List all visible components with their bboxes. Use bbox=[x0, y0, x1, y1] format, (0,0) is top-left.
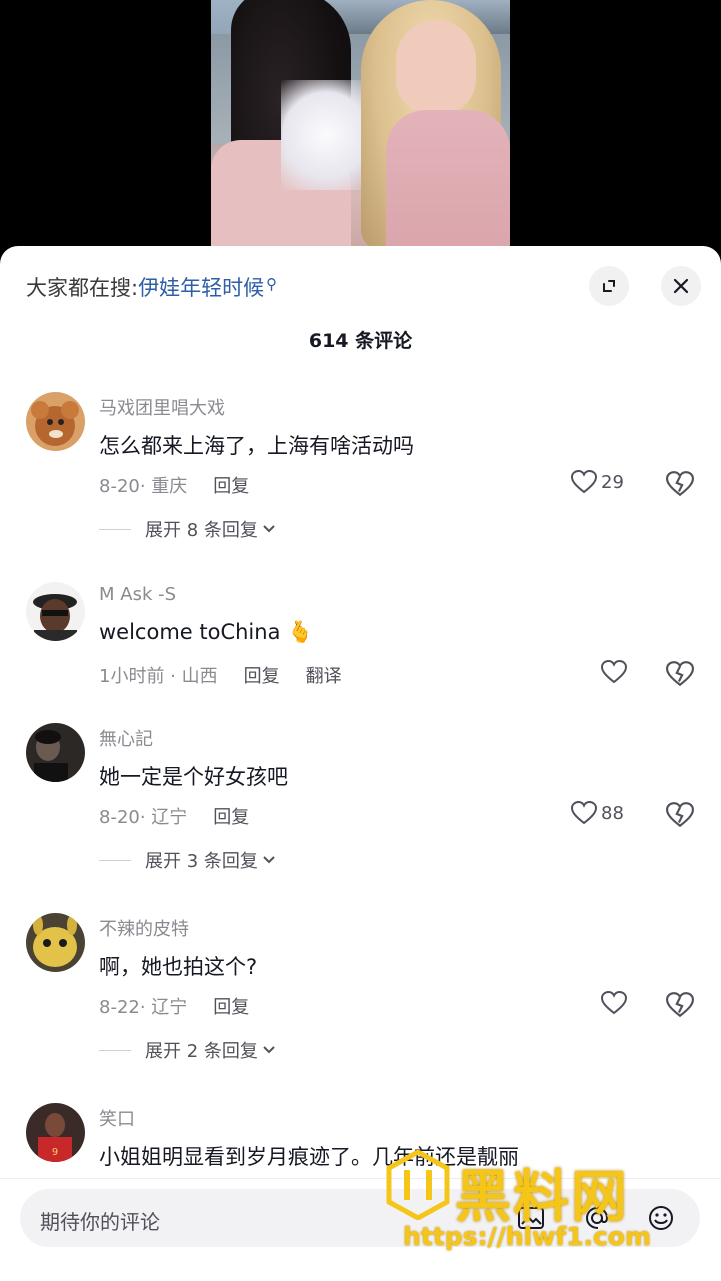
translate-button[interactable]: 翻译 bbox=[306, 666, 342, 687]
comment-sheet: 大家都在搜:伊娃年轻时候 ⚲ 614 条评论 马戏团里唱大戏 怎么都来上海了，上… bbox=[0, 246, 721, 1280]
expand-replies-label: 展开 3 条回复 bbox=[145, 851, 258, 872]
chevron-down-icon bbox=[263, 525, 275, 533]
watermark: 黑料网 https://hlwf1.com bbox=[385, 1150, 695, 1260]
comment-username[interactable]: 無心記 bbox=[99, 725, 153, 751]
comment-text: 啊，她也拍这个? bbox=[99, 955, 258, 979]
expand-icon bbox=[603, 280, 615, 292]
avatar[interactable] bbox=[26, 913, 85, 972]
watermark-logo bbox=[386, 1150, 450, 1220]
avatar[interactable] bbox=[26, 392, 85, 451]
heart-outline-icon bbox=[601, 991, 627, 1015]
expand-replies[interactable]: 展开 8 条回复 bbox=[99, 516, 276, 542]
comment-time-location: 8-20· 辽宁 bbox=[99, 807, 188, 828]
reply-button[interactable]: 回复 bbox=[213, 476, 249, 497]
comment-count: 614 条评论 bbox=[308, 330, 413, 352]
reply-button[interactable]: 回复 bbox=[213, 997, 249, 1018]
like-count: 29 bbox=[601, 471, 624, 493]
expand-replies[interactable]: 展开 3 条回复 bbox=[99, 847, 276, 873]
comment-time-location: 8-20· 重庆 bbox=[99, 476, 188, 497]
chevron-down-icon bbox=[263, 1046, 275, 1054]
comment-meta: 1小时前 · 山西 回复 翻译 bbox=[99, 662, 342, 688]
search-suggestion[interactable]: 大家都在搜:伊娃年轻时候 ⚲ bbox=[26, 272, 277, 302]
watermark-title: 黑料网 bbox=[455, 1165, 629, 1230]
expand-replies[interactable]: 展开 2 条回复 bbox=[99, 1037, 276, 1063]
comment-time-location: 1小时前 · 山西 bbox=[99, 666, 218, 687]
broken-heart-icon[interactable] bbox=[666, 991, 694, 1019]
comment-meta: 8-22· 辽宁 回复 bbox=[99, 993, 249, 1019]
watermark-url: https://hlwf1.com bbox=[403, 1222, 652, 1251]
comment-meta: 8-20· 重庆 回复 bbox=[99, 472, 249, 498]
heart-outline-icon bbox=[571, 470, 597, 494]
like-button[interactable]: 29 bbox=[571, 470, 624, 494]
comment-text: welcome toChina 🫰 bbox=[99, 620, 313, 645]
comment-username[interactable]: 笑口 bbox=[99, 1105, 135, 1131]
comment-text: 她一定是个好女孩吧 bbox=[99, 765, 288, 789]
comment-time-location: 8-22· 辽宁 bbox=[99, 997, 188, 1018]
comment-text: 怎么都来上海了，上海有啥活动吗 bbox=[99, 434, 414, 458]
comment-username[interactable]: 马戏团里唱大戏 bbox=[99, 394, 225, 420]
divider bbox=[99, 1049, 131, 1051]
divider bbox=[99, 528, 131, 530]
search-icon: ⚲ bbox=[266, 275, 278, 293]
reply-button[interactable]: 回复 bbox=[244, 666, 280, 687]
broken-heart-icon[interactable] bbox=[666, 660, 694, 688]
like-count: 88 bbox=[601, 802, 624, 824]
close-icon bbox=[673, 278, 689, 294]
avatar[interactable]: 9 bbox=[26, 1103, 85, 1162]
chevron-down-icon bbox=[263, 856, 275, 864]
video-dress-right bbox=[386, 110, 510, 260]
like-button[interactable] bbox=[601, 991, 627, 1015]
comment-username[interactable]: 不辣的皮特 bbox=[99, 915, 189, 941]
expand-replies-label: 展开 8 条回复 bbox=[145, 520, 258, 541]
avatar[interactable] bbox=[26, 723, 85, 782]
broken-heart-icon[interactable] bbox=[666, 801, 694, 829]
close-button[interactable] bbox=[661, 266, 701, 306]
search-suggestion-term[interactable]: 伊娃年轻时候 bbox=[138, 276, 264, 300]
comment-meta: 8-20· 辽宁 回复 bbox=[99, 803, 249, 829]
broken-heart-icon[interactable] bbox=[666, 470, 694, 498]
svg-text:9: 9 bbox=[52, 1147, 58, 1158]
comment-username[interactable]: M Ask -S bbox=[99, 584, 176, 605]
divider bbox=[99, 859, 131, 861]
expand-replies-label: 展开 2 条回复 bbox=[145, 1041, 258, 1062]
heart-outline-icon bbox=[571, 801, 597, 825]
search-suggestion-prefix: 大家都在搜: bbox=[26, 276, 139, 300]
video-preview[interactable] bbox=[211, 0, 510, 260]
like-button[interactable]: 88 bbox=[571, 801, 624, 825]
video-face bbox=[396, 20, 476, 115]
reply-button[interactable]: 回复 bbox=[213, 807, 249, 828]
avatar[interactable] bbox=[26, 582, 85, 641]
heart-outline-icon bbox=[601, 660, 627, 684]
like-button[interactable] bbox=[601, 660, 627, 684]
video-fluffy-accessory bbox=[281, 80, 371, 190]
comment-text-body: welcome toChina bbox=[99, 620, 281, 644]
comment-input-placeholder: 期待你的评论 bbox=[40, 1210, 160, 1234]
expand-button[interactable] bbox=[589, 266, 629, 306]
finger-heart-emoji: 🫰 bbox=[287, 620, 314, 644]
